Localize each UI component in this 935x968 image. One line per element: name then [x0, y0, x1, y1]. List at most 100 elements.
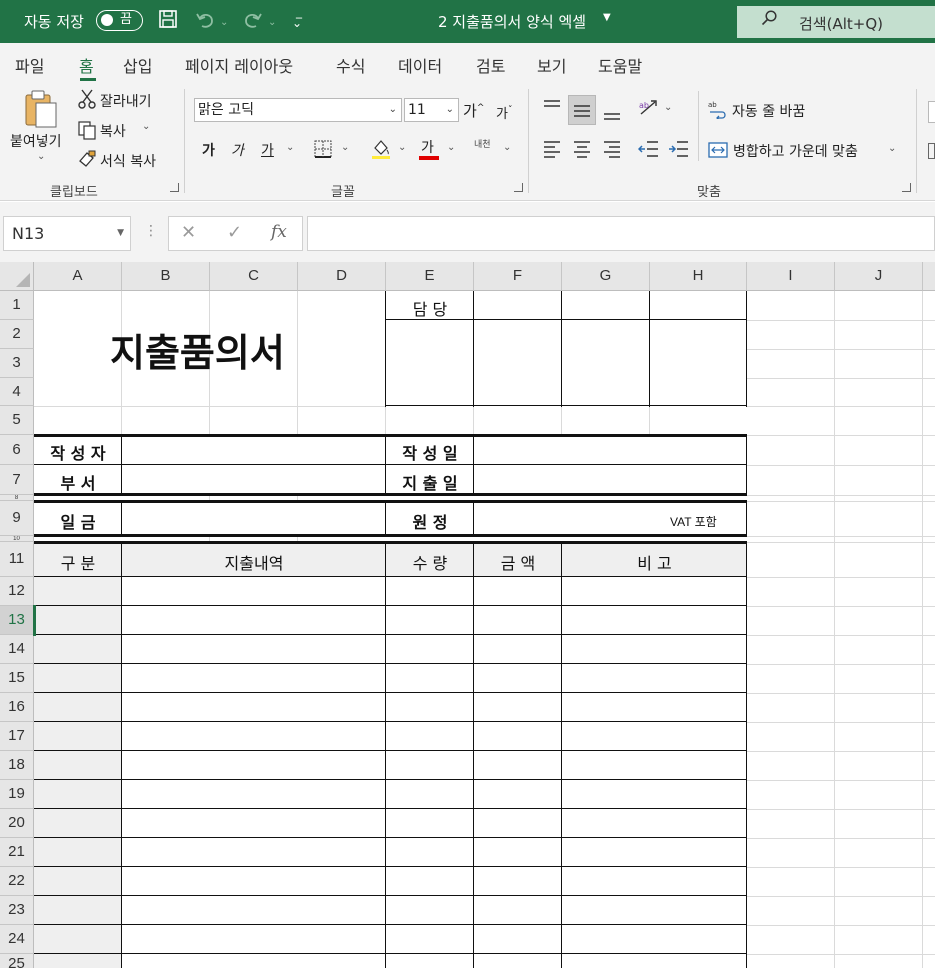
font-color-button[interactable]: 가: [421, 137, 434, 157]
column-header[interactable]: F: [474, 262, 562, 291]
col-amount-header[interactable]: 금 액: [474, 550, 562, 574]
select-all-button[interactable]: [0, 262, 34, 291]
vat-note[interactable]: VAT 포함: [670, 513, 717, 530]
row-header-selected[interactable]: 13: [0, 606, 34, 635]
row-header[interactable]: 11: [0, 542, 34, 577]
clipboard-launcher-icon[interactable]: [170, 183, 179, 192]
row-header[interactable]: 1: [0, 291, 34, 320]
tab-home[interactable]: 홈: [79, 53, 94, 77]
bold-button[interactable]: 가: [202, 140, 215, 160]
currency-label[interactable]: 원 정: [386, 509, 474, 533]
number-format-select-partial[interactable]: [928, 101, 935, 123]
tab-data[interactable]: 데이터: [398, 53, 442, 77]
borders-dropdown-icon[interactable]: ⌄: [341, 142, 349, 153]
row-header[interactable]: 17: [0, 722, 34, 751]
tab-insert[interactable]: 삽입: [123, 53, 152, 77]
row-header[interactable]: 19: [0, 780, 34, 809]
col-remarks-header[interactable]: 비 고: [562, 550, 747, 574]
undo-dropdown-icon[interactable]: ⌄: [220, 11, 228, 35]
column-header[interactable]: G: [562, 262, 650, 291]
row-header[interactable]: 4: [0, 378, 34, 406]
row-header[interactable]: 12: [0, 577, 34, 606]
row-header[interactable]: 23: [0, 896, 34, 925]
column-header[interactable]: E: [386, 262, 474, 291]
dept-label[interactable]: 부 서: [34, 470, 122, 494]
formula-input[interactable]: [307, 216, 935, 251]
column-header[interactable]: D: [298, 262, 386, 291]
enter-icon[interactable]: ✓: [227, 222, 242, 243]
tab-view[interactable]: 보기: [537, 53, 566, 77]
paste-dropdown-icon[interactable]: ⌄: [37, 151, 45, 162]
row-header[interactable]: 21: [0, 838, 34, 867]
row-header[interactable]: 9: [0, 501, 34, 536]
align-center-icon[interactable]: [572, 139, 592, 159]
tab-help[interactable]: 도움말: [598, 53, 642, 77]
fill-color-dropdown-icon[interactable]: ⌄: [398, 142, 406, 153]
number-format-icon-partial[interactable]: [928, 143, 935, 159]
autosave-toggle[interactable]: 끔: [96, 10, 143, 31]
phonetic-dropdown-icon[interactable]: ⌄: [503, 142, 511, 153]
row-header[interactable]: 25: [0, 954, 34, 968]
align-bottom-icon[interactable]: [602, 103, 622, 121]
row-header[interactable]: 18: [0, 751, 34, 780]
redo-icon[interactable]: [242, 9, 264, 38]
more-options-icon[interactable]: ⋮: [144, 223, 158, 239]
col-quantity-header[interactable]: 수 량: [386, 550, 474, 574]
orientation-icon[interactable]: ab: [638, 98, 660, 118]
insert-function-button[interactable]: fx: [271, 222, 287, 242]
tab-review[interactable]: 검토: [476, 53, 505, 77]
column-header[interactable]: J: [835, 262, 923, 291]
column-header[interactable]: B: [122, 262, 210, 291]
align-top-icon[interactable]: [542, 99, 562, 117]
underline-dropdown-icon[interactable]: ⌄: [286, 142, 294, 153]
row-header[interactable]: 22: [0, 867, 34, 896]
customize-toolbar-icon[interactable]: ⌄̅: [292, 11, 302, 35]
redo-dropdown-icon[interactable]: ⌄: [268, 11, 276, 35]
tab-page-layout[interactable]: 페이지 레이아웃: [185, 53, 293, 77]
column-header[interactable]: I: [747, 262, 835, 291]
amount-label[interactable]: 일 금: [34, 509, 122, 533]
orientation-dropdown-icon[interactable]: ⌄: [664, 102, 672, 113]
borders-icon[interactable]: [313, 139, 333, 159]
writer-label[interactable]: 작 성 자: [34, 440, 122, 464]
column-header[interactable]: A: [34, 262, 122, 291]
column-header[interactable]: H: [650, 262, 747, 291]
row-header[interactable]: 14: [0, 635, 34, 664]
expense-date-label[interactable]: 지 출 일: [386, 470, 474, 494]
grow-font-button[interactable]: 가^: [463, 100, 484, 121]
cancel-icon[interactable]: ✕: [181, 222, 196, 243]
row-header[interactable]: 3: [0, 349, 34, 378]
worksheet-grid[interactable]: A B C D E F G H I J 1 2 3 4 5 6 7 8 9 10…: [0, 262, 935, 968]
merge-dropdown-icon[interactable]: ⌄: [888, 143, 896, 154]
increase-indent-icon[interactable]: [668, 139, 690, 159]
column-header-partial[interactable]: [923, 262, 935, 291]
row-header[interactable]: 16: [0, 693, 34, 722]
written-date-label[interactable]: 작 성 일: [386, 440, 474, 464]
undo-icon[interactable]: [194, 9, 216, 38]
form-title[interactable]: 지출품의서: [110, 322, 285, 377]
search-box[interactable]: 검색(Alt+Q): [737, 6, 935, 38]
row-header[interactable]: 20: [0, 809, 34, 838]
save-icon[interactable]: [158, 9, 178, 36]
underline-button[interactable]: 가: [261, 140, 274, 160]
font-size-select[interactable]: 11 ⌄: [404, 98, 459, 122]
alignment-launcher-icon[interactable]: [902, 183, 911, 192]
column-header[interactable]: C: [210, 262, 298, 291]
font-launcher-icon[interactable]: [514, 183, 523, 192]
align-middle-icon[interactable]: [572, 101, 592, 119]
row-header[interactable]: 5: [0, 406, 34, 435]
phonetic-button[interactable]: 내천: [474, 137, 491, 150]
tab-formulas[interactable]: 수식: [336, 53, 365, 77]
document-title[interactable]: 2 지출품의서 양식 엑셀: [438, 11, 586, 32]
fill-color-icon[interactable]: [370, 138, 392, 160]
align-right-icon[interactable]: [602, 139, 622, 159]
name-box[interactable]: N13 ▼: [3, 216, 131, 251]
italic-button[interactable]: 가: [231, 140, 244, 160]
row-header[interactable]: 24: [0, 925, 34, 954]
align-left-icon[interactable]: [542, 139, 562, 159]
row-header[interactable]: 7: [0, 465, 34, 495]
font-color-dropdown-icon[interactable]: ⌄: [447, 142, 455, 153]
decrease-indent-icon[interactable]: [638, 139, 660, 159]
title-dropdown-icon[interactable]: ▼: [603, 12, 611, 23]
row-header[interactable]: 6: [0, 435, 34, 465]
